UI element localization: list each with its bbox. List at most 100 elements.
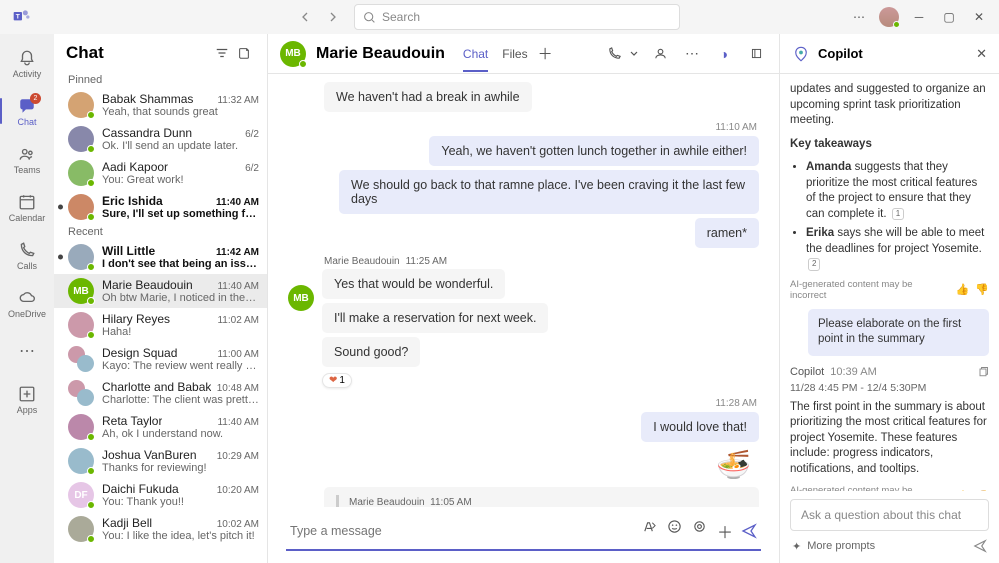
copilot-title: Copilot <box>818 46 968 61</box>
message-bubble-me: We should go back to that ramne place. I… <box>339 170 759 214</box>
section-label: Recent <box>54 224 267 240</box>
chat-item-time: 11:02 AM <box>217 315 259 326</box>
format-icon[interactable] <box>642 519 657 543</box>
rail-onedrive[interactable]: OneDrive <box>4 280 50 326</box>
chat-list-item[interactable]: Design Squad11:00 AMKayo: The review wen… <box>54 342 267 376</box>
add-tab-button[interactable]: ＋ <box>538 43 553 64</box>
more-prompts-button[interactable]: More prompts <box>807 540 875 552</box>
thumbs-down-button[interactable]: 👎 <box>975 283 989 296</box>
copilot-send-button[interactable] <box>973 539 987 553</box>
copilot-input[interactable]: Ask a question about this chat <box>790 499 989 531</box>
minimize-button[interactable]: ─ <box>905 3 933 31</box>
people-button[interactable] <box>649 43 671 65</box>
rail-calls[interactable]: Calls <box>4 232 50 278</box>
loop-icon[interactable] <box>692 519 707 543</box>
maximize-button[interactable]: ▢ <box>935 3 963 31</box>
chat-item-preview: You: I like the idea, let's pitch it! <box>102 530 259 542</box>
chat-list-item[interactable]: Kadji Bell10:02 AMYou: I like the idea, … <box>54 512 267 546</box>
rail-activity[interactable]: Activity <box>4 40 50 86</box>
chat-list-item[interactable]: Cassandra Dunn6/2Ok. I'll send an update… <box>54 122 267 156</box>
teams-logo: T <box>12 7 32 27</box>
tab-chat[interactable]: Chat <box>463 36 488 72</box>
avatar <box>68 126 94 152</box>
call-button[interactable] <box>603 43 625 65</box>
chat-item-time: 6/2 <box>245 129 259 140</box>
avatar <box>68 346 94 372</box>
chat-list-item[interactable]: Aadi Kapoor6/2You: Great work! <box>54 156 267 190</box>
rail-teams[interactable]: Teams <box>4 136 50 182</box>
chat-item-name: Kadji Bell <box>102 516 152 530</box>
citation-badge[interactable]: 1 <box>892 208 904 221</box>
rail-more[interactable]: ⋯ <box>4 328 50 374</box>
thumbs-up-button-2[interactable]: 👍 <box>956 490 970 491</box>
back-button[interactable] <box>292 4 318 30</box>
reaction-badge[interactable]: ❤1 <box>322 373 352 388</box>
chat-item-name: Joshua VanBuren <box>102 448 197 462</box>
ai-disclaimer-2: AI-generated content may be incorrect <box>790 485 944 491</box>
call-chevron-icon[interactable] <box>629 43 639 65</box>
chat-list-title: Chat <box>66 43 211 63</box>
chat-item-name: Hilary Reyes <box>102 312 170 326</box>
forward-button[interactable] <box>320 4 346 30</box>
takeaway-item: Amanda suggests that they prioritize the… <box>806 160 989 222</box>
rail-apps[interactable]: Apps <box>4 376 50 422</box>
chat-item-preview: Sure, I'll set up something for next wee… <box>102 208 259 220</box>
search-input[interactable]: Search <box>354 4 680 30</box>
search-icon <box>363 11 376 24</box>
actions-icon[interactable]: ＋ <box>717 519 733 543</box>
more-button[interactable]: ⋯ <box>845 3 873 31</box>
search-placeholder: Search <box>382 10 420 24</box>
takeaway-item: Erika says she will be able to meet the … <box>806 226 989 273</box>
copilot-close-button[interactable]: ✕ <box>976 46 987 62</box>
chat-list-item[interactable]: DF Daichi Fukuda 10:20 AMYou: Thank you!! <box>54 478 267 512</box>
chat-item-preview: You: Thank you!! <box>102 496 259 508</box>
rail-calendar[interactable]: Calendar <box>4 184 50 230</box>
chat-list-item[interactable]: MBMarie Beaudouin11:40 AMOh btw Marie, I… <box>54 274 267 308</box>
chat-list-item[interactable]: Babak Shammas11:32 AMYeah, that sounds g… <box>54 88 267 122</box>
new-chat-icon[interactable] <box>233 42 255 64</box>
chat-item-name: Eric Ishida <box>102 194 163 208</box>
chat-list-item[interactable]: Will Little11:42 AMI don't see that bein… <box>54 240 267 274</box>
avatar <box>68 414 94 440</box>
message-input[interactable] <box>290 524 634 538</box>
reply-reference: Marie Beaudouin 11:05 AMHere is the late… <box>324 487 759 507</box>
chat-item-time: 11:40 AM <box>217 417 259 428</box>
tab-files[interactable]: Files <box>502 36 527 72</box>
chat-item-preview: Kayo: The review went really well! Can't… <box>102 360 259 372</box>
avatar: MB <box>68 278 94 304</box>
close-window-button[interactable]: ✕ <box>965 3 993 31</box>
profile-avatar[interactable] <box>879 7 899 27</box>
copilot-response-author: Copilot <box>790 366 824 378</box>
timestamp: 11:10 AM <box>715 122 757 133</box>
avatar: DF <box>68 482 94 508</box>
copilot-toggle-button[interactable]: ◑ <box>713 43 735 65</box>
copy-button[interactable] <box>977 366 989 378</box>
chat-list-item[interactable]: Reta Taylor11:40 AMAh, ok I understand n… <box>54 410 267 444</box>
avatar <box>68 380 94 406</box>
chat-list-item[interactable]: Eric Ishida11:40 AMSure, I'll set up som… <box>54 190 267 224</box>
apps-icon <box>17 384 37 404</box>
chat-list-item[interactable]: Hilary Reyes11:02 AMHaha! <box>54 308 267 342</box>
message-avatar: MB <box>288 285 314 311</box>
citation-badge[interactable]: 2 <box>808 258 820 271</box>
send-button[interactable] <box>741 523 757 539</box>
filter-icon[interactable] <box>211 42 233 64</box>
chat-more-button[interactable]: ⋯ <box>681 43 703 65</box>
message-time: 11:25 AM <box>406 256 448 267</box>
chat-item-time: 10:20 AM <box>217 485 259 496</box>
chat-list-item[interactable]: Charlotte and Babak10:48 AMCharlotte: Th… <box>54 376 267 410</box>
more-icon: ⋯ <box>17 341 37 361</box>
chat-icon: 2 <box>17 96 37 116</box>
chat-list-item[interactable]: Joshua VanBuren10:29 AMThanks for review… <box>54 444 267 478</box>
rail-chat[interactable]: 2Chat <box>4 88 50 134</box>
thumbs-up-button[interactable]: 👍 <box>956 283 970 296</box>
people-icon <box>17 144 37 164</box>
thumbs-down-button-2[interactable]: 👎 <box>975 490 989 491</box>
chat-item-time: 11:42 AM <box>216 247 259 258</box>
avatar <box>68 160 94 186</box>
chat-item-preview: Yeah, that sounds great <box>102 106 259 118</box>
emoji-icon[interactable] <box>667 519 682 543</box>
chat-item-name: Daichi Fukuda <box>102 482 179 496</box>
popout-button[interactable] <box>745 43 767 65</box>
avatar <box>68 312 94 338</box>
